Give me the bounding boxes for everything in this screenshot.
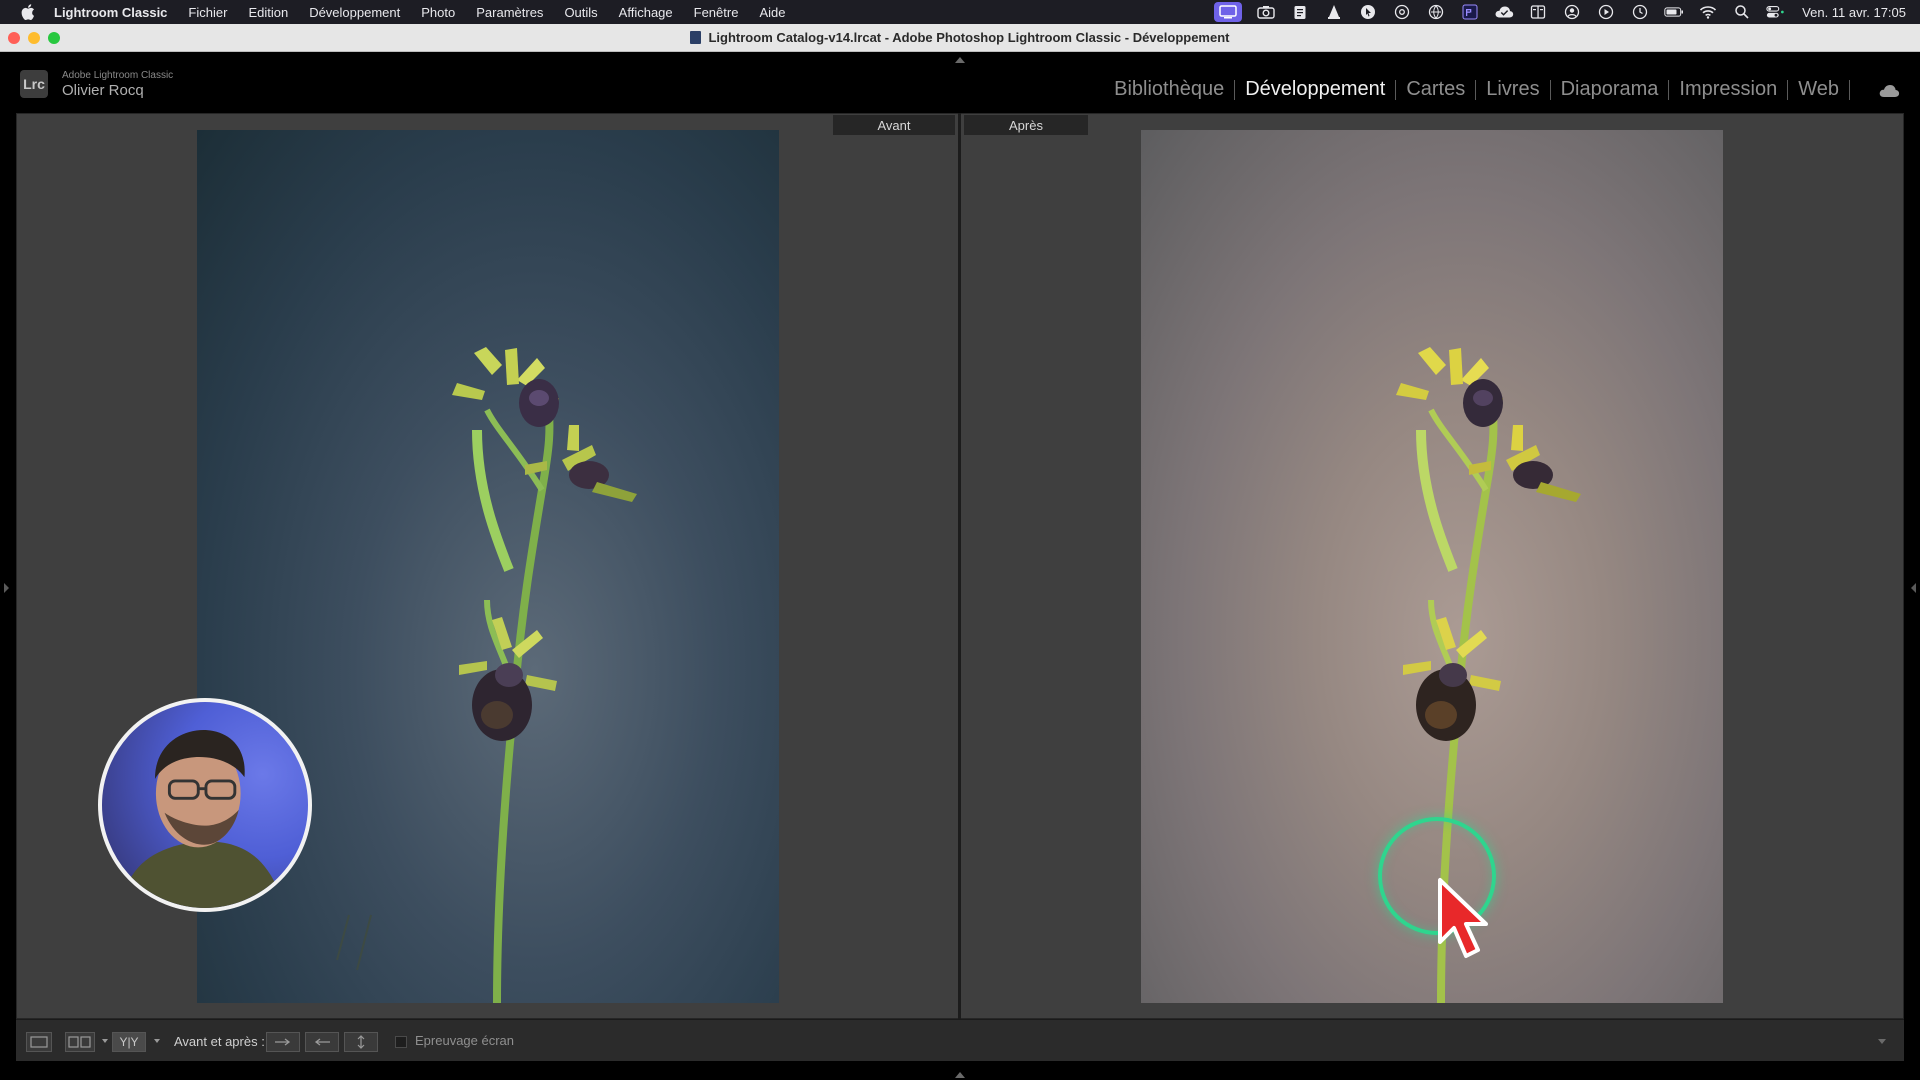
minimize-window-button[interactable]: [28, 32, 40, 44]
module-cartes[interactable]: Cartes: [1396, 78, 1475, 101]
develop-toolbar: Y|Y Avant et après : Epreuvage écran: [16, 1019, 1904, 1061]
menu-app-name[interactable]: Lightroom Classic: [54, 5, 167, 20]
lrc-logo-icon: Lrc: [20, 70, 48, 98]
battery-icon[interactable]: [1664, 4, 1684, 20]
module-impression[interactable]: Impression: [1669, 78, 1787, 101]
filmstrip-toggle[interactable]: [955, 1072, 965, 1078]
copy-after-to-before-button[interactable]: [305, 1032, 339, 1052]
apple-menu-icon[interactable]: [20, 4, 36, 20]
menu-developpement[interactable]: Développement: [309, 5, 400, 20]
menu-fichier[interactable]: Fichier: [188, 5, 227, 20]
swap-before-after-button[interactable]: [344, 1032, 378, 1052]
mouse-cursor-icon: [1438, 878, 1488, 958]
vlc-icon[interactable]: [1324, 4, 1344, 20]
menu-aide[interactable]: Aide: [759, 5, 785, 20]
zoom-window-button[interactable]: [48, 32, 60, 44]
display-icon[interactable]: [1528, 4, 1548, 20]
before-after-dropdown-icon[interactable]: [154, 1039, 160, 1043]
user-icon[interactable]: [1562, 4, 1582, 20]
module-bibliotheque[interactable]: Bibliothèque: [1104, 78, 1234, 101]
clock-icon[interactable]: [1630, 4, 1650, 20]
webcam-overlay: [98, 698, 312, 912]
menu-bar-clock[interactable]: Ven. 11 avr. 17:05: [1802, 5, 1906, 20]
before-after-view-button[interactable]: Y|Y: [112, 1032, 146, 1052]
identity-plate-user: Olivier Rocq: [62, 82, 144, 99]
before-after-label: Avant et après :: [174, 1034, 265, 1049]
menu-parametres[interactable]: Paramètres: [476, 5, 543, 20]
module-separator: [1849, 79, 1850, 100]
menu-outils[interactable]: Outils: [564, 5, 597, 20]
cloud-check-icon[interactable]: [1494, 4, 1514, 20]
macos-menu-bar: Lightroom Classic Fichier Edition Dévelo…: [0, 0, 1920, 24]
reference-view-dropdown-icon[interactable]: [102, 1039, 108, 1043]
window-controls: [8, 32, 60, 44]
menu-edition[interactable]: Edition: [248, 5, 288, 20]
document-icon: [690, 31, 702, 44]
module-developpement[interactable]: Développement: [1235, 78, 1395, 101]
wifi-icon[interactable]: [1698, 4, 1718, 20]
soft-proofing-label: Epreuvage écran: [415, 1033, 515, 1048]
right-panel-toggle[interactable]: [1911, 583, 1916, 593]
split-divider: [958, 113, 961, 1019]
before-label: Avant: [833, 115, 955, 135]
module-livres[interactable]: Livres: [1476, 78, 1549, 101]
top-panel-toggle[interactable]: [955, 57, 965, 63]
window-title: Lightroom Catalog-v14.lrcat - Adobe Phot…: [690, 30, 1230, 45]
product-name: Adobe Lightroom Classic: [62, 70, 174, 81]
reference-view-button[interactable]: [65, 1032, 95, 1052]
control-center-icon[interactable]: [1766, 4, 1786, 20]
menu-affichage[interactable]: Affichage: [619, 5, 673, 20]
after-label: Après: [964, 115, 1088, 135]
copy-before-to-after-button[interactable]: [266, 1032, 300, 1052]
menu-photo[interactable]: Photo: [421, 5, 455, 20]
cursor-app-icon[interactable]: [1358, 4, 1378, 20]
window-title-bar: Lightroom Catalog-v14.lrcat - Adobe Phot…: [0, 24, 1920, 52]
search-icon[interactable]: [1732, 4, 1752, 20]
loupe-view-button[interactable]: [26, 1032, 52, 1052]
clipboard-icon[interactable]: [1290, 4, 1310, 20]
play-icon[interactable]: [1596, 4, 1616, 20]
network-icon[interactable]: [1426, 4, 1446, 20]
window-title-text: Lightroom Catalog-v14.lrcat - Adobe Phot…: [708, 30, 1230, 45]
mail-icon[interactable]: [1392, 4, 1412, 20]
toolbar-options-dropdown-icon[interactable]: [1878, 1039, 1886, 1044]
premiere-icon[interactable]: [1460, 4, 1480, 20]
left-panel-toggle[interactable]: [4, 583, 9, 593]
module-diaporama[interactable]: Diaporama: [1551, 78, 1669, 101]
camera-icon[interactable]: [1256, 4, 1276, 20]
close-window-button[interactable]: [8, 32, 20, 44]
module-picker: Bibliothèque Développement Cartes Livres…: [1104, 78, 1850, 101]
soft-proofing-checkbox[interactable]: [395, 1036, 407, 1048]
cloud-sync-icon[interactable]: [1878, 82, 1902, 103]
screen-record-icon[interactable]: [1214, 2, 1243, 22]
menu-fenetre[interactable]: Fenêtre: [694, 5, 739, 20]
menu-bar-status-area: Ven. 11 avr. 17:05: [1214, 0, 1906, 24]
module-web[interactable]: Web: [1788, 78, 1849, 101]
